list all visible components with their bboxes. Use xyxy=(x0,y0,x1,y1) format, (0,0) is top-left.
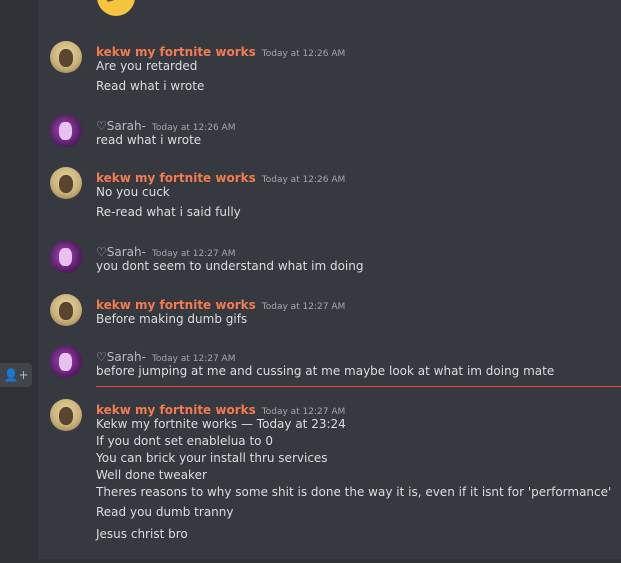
avatar[interactable] xyxy=(50,294,82,326)
avatar[interactable] xyxy=(50,167,82,199)
avatar[interactable] xyxy=(50,399,82,431)
message-line: If you dont set enablelua to 0 xyxy=(96,434,273,448)
new-messages-divider xyxy=(96,386,621,387)
message-line: Read what i wrote xyxy=(96,79,205,93)
timestamp: Today at 12:26 AM xyxy=(151,123,236,133)
emoji-gif-partial xyxy=(97,0,135,16)
message-line: Well done tweaker xyxy=(96,468,207,482)
author-name[interactable]: kekw my fortnite works xyxy=(96,403,256,417)
author-name[interactable]: ♡Sarah- xyxy=(96,245,146,259)
message-line: Kekw my fortnite works — Today at 23:24 xyxy=(96,417,346,431)
message-header: kekw my fortnite works Today at 12:27 AM xyxy=(96,399,345,418)
message-line: Theres reasons to why some shit is done … xyxy=(96,485,612,499)
message-line: read what i wrote xyxy=(96,133,202,147)
timestamp: Today at 12:27 AM xyxy=(151,354,236,364)
message-line: You can brick your install thru services xyxy=(96,451,328,465)
message-header: kekw my fortnite works Today at 12:26 AM xyxy=(96,167,345,186)
timestamp: Today at 12:26 AM xyxy=(261,175,346,185)
author-name[interactable]: kekw my fortnite works xyxy=(96,45,256,59)
avatar[interactable] xyxy=(50,41,82,73)
author-name[interactable]: kekw my fortnite works xyxy=(96,298,256,312)
message-header: kekw my fortnite works Today at 12:26 AM xyxy=(96,41,345,60)
timestamp: Today at 12:27 AM xyxy=(261,302,346,312)
message-line: Re-read what i said fully xyxy=(96,205,241,219)
message-line: you dont seem to understand what im doin… xyxy=(96,259,364,273)
avatar[interactable] xyxy=(50,115,82,147)
author-name[interactable]: ♡Sarah- xyxy=(96,350,146,364)
avatar[interactable] xyxy=(50,241,82,273)
timestamp: Today at 12:26 AM xyxy=(261,49,346,59)
message-line: Jesus christ bro xyxy=(96,527,188,541)
message-header: ♡Sarah- Today at 12:27 AM xyxy=(96,346,235,365)
timestamp: Today at 12:27 AM xyxy=(261,407,346,417)
message-header: ♡Sarah- Today at 12:27 AM xyxy=(96,241,235,260)
timestamp: Today at 12:27 AM xyxy=(151,249,236,259)
message-header: ♡Sarah- Today at 12:26 AM xyxy=(96,115,235,134)
message-line: before jumping at me and cussing at me m… xyxy=(96,364,555,378)
message-line: Read you dumb tranny xyxy=(96,505,234,519)
message-line: No you cuck xyxy=(96,185,170,199)
left-rail xyxy=(0,0,38,563)
message-header: kekw my fortnite works Today at 12:27 AM xyxy=(96,294,345,313)
bottom-strip xyxy=(38,559,621,563)
message-line: Are you retarded xyxy=(96,59,198,73)
author-name[interactable]: ♡Sarah- xyxy=(96,119,146,133)
message-line: Before making dumb gifs xyxy=(96,312,248,326)
avatar[interactable] xyxy=(50,346,82,378)
add-member-icon[interactable]: 👤+ xyxy=(0,363,32,387)
author-name[interactable]: kekw my fortnite works xyxy=(96,171,256,185)
